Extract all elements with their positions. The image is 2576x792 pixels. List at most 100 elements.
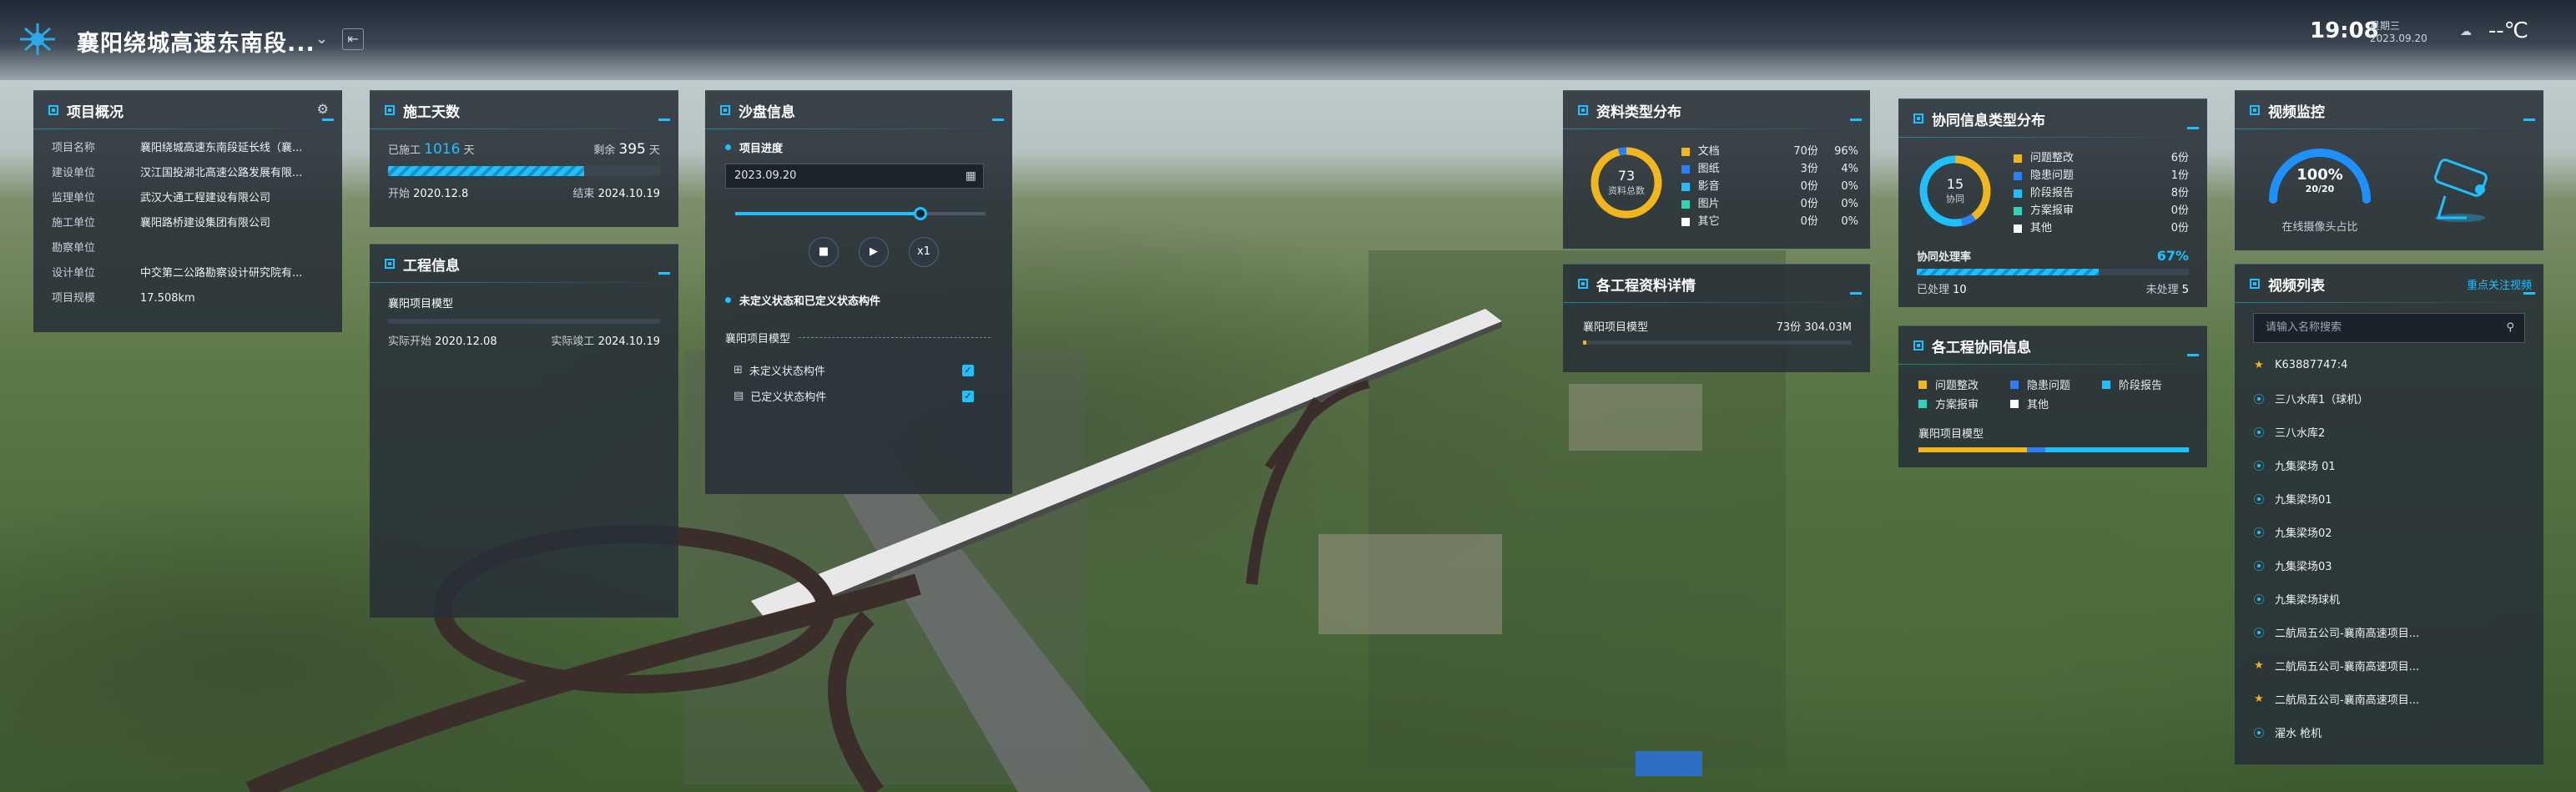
doc-detail-fill bbox=[1583, 341, 1586, 345]
video-list-panel: 视频列表 重点关注视频 请输入名称搜索 ⚲ ★ K63887747:4 ⦿ 三八水库1（… bbox=[2235, 264, 2543, 764]
legend-name: 方案报审 bbox=[2030, 204, 2074, 217]
progress-section-title: 项目进度 bbox=[725, 139, 994, 155]
video-list-item[interactable]: ★ 二航局五公司-襄南高速项目... bbox=[2235, 648, 2543, 682]
back-button[interactable]: ⇤ bbox=[342, 28, 364, 50]
legend-name: 图片 bbox=[1697, 198, 1720, 210]
video-name: 九集梁场03 bbox=[2275, 560, 2332, 573]
panel-header: 各工程协同信息 bbox=[1898, 326, 2207, 365]
legend-swatch bbox=[2014, 224, 2022, 233]
doc-total-label: 资料总数 bbox=[1608, 185, 1645, 196]
processed-value: 10 bbox=[1953, 284, 1967, 296]
elapsed-unit: 天 bbox=[463, 144, 475, 157]
tree-item-defined[interactable]: ▤ 已定义状态构件 ✓ bbox=[725, 388, 994, 404]
row-label: 项目规模 bbox=[52, 292, 96, 305]
play-button[interactable]: ▶ bbox=[859, 237, 889, 267]
tree-item-label: 未定义状态构件 bbox=[749, 366, 825, 378]
legend-count: 0份 bbox=[2170, 222, 2189, 235]
legend-swatch bbox=[2010, 380, 2019, 389]
row-value: 中交第二公路勘察设计研究院有... bbox=[140, 267, 303, 280]
video-list-item[interactable]: ★ 二航局五公司-襄南高速项目... bbox=[2235, 682, 2543, 715]
date: 2023.09.20 bbox=[2370, 33, 2427, 44]
panel-header: 工程信息 bbox=[370, 245, 678, 283]
legend-name: 影音 bbox=[1697, 180, 1720, 193]
panel-header: 视频监控 bbox=[2235, 91, 2543, 129]
panel-title-icon bbox=[1578, 105, 1588, 115]
model-tree-root[interactable]: 襄阳项目模型 bbox=[725, 330, 994, 346]
video-name: 九集梁场01 bbox=[2275, 493, 2332, 507]
project-title[interactable]: 襄阳绕城高速东南段... bbox=[77, 25, 315, 58]
stop-button[interactable]: ■ bbox=[809, 237, 839, 267]
video-list-item[interactable]: ⦿ 濯水 枪机 bbox=[2235, 715, 2543, 749]
model-name[interactable]: 襄阳项目模型 bbox=[1898, 411, 2207, 441]
legend-pct: 0% bbox=[1841, 198, 1858, 210]
panel-header: 项目概况 ⚙ bbox=[33, 91, 342, 129]
legend-name: 其它 bbox=[1697, 215, 1720, 228]
date-picker[interactable]: 2023.09.20 ▦ bbox=[725, 164, 984, 189]
speed-button[interactable]: x1 bbox=[909, 237, 939, 267]
video-list-item[interactable]: ⦿ 九集梁场02 bbox=[2235, 515, 2543, 548]
video-list-item[interactable]: ⦿ 九集梁场 01 bbox=[2235, 448, 2543, 482]
search-icon[interactable]: ⚲ bbox=[2506, 314, 2514, 342]
remaining-value: 395 bbox=[618, 141, 646, 158]
construction-days-panel: 施工天数 已施工 1016 天 剩余 395 天 开始 2020.12.8 结束… bbox=[370, 90, 678, 227]
legend-item: 隐患问题 1份 bbox=[2014, 167, 2189, 184]
logo-icon bbox=[20, 23, 55, 55]
row-label: 监理单位 bbox=[52, 192, 96, 204]
video-list: ★ K63887747:4 ⦿ 三八水库1（球机） ⦿ 三八水库2 ⦿ 九集梁场 01 … bbox=[2235, 348, 2543, 749]
model-name: 襄阳项目模型 bbox=[725, 333, 791, 346]
chevron-down-icon[interactable]: ⌄ bbox=[315, 30, 328, 48]
video-list-item[interactable]: ⦿ 九集梁场球机 bbox=[2235, 582, 2543, 615]
elapsed-label: 已施工 bbox=[388, 144, 421, 157]
temperature: --℃ bbox=[2488, 18, 2528, 43]
legend-name: 问题整改 bbox=[2030, 152, 2074, 164]
tree-item-undefined[interactable]: ⊞ 未定义状态构件 ✓ bbox=[725, 362, 994, 378]
overview-row: 设计单位 中交第二公路勘察设计研究院有... bbox=[33, 261, 342, 286]
video-name: 九集梁场 01 bbox=[2275, 460, 2336, 473]
settings-icon[interactable]: ⚙ bbox=[317, 101, 329, 117]
engineering-info-panel: 工程信息 襄阳项目模型 实际开始 2020.12.08 实际竣工 2024.10… bbox=[370, 244, 678, 618]
pin-icon: ⦿ bbox=[2253, 460, 2265, 473]
row-label: 施工单位 bbox=[52, 217, 96, 230]
panel-header: 协同信息类型分布 bbox=[1898, 99, 2207, 138]
legend-count: 0份 bbox=[1800, 180, 1818, 193]
pin-icon: ⦿ bbox=[2253, 593, 2265, 607]
video-search-input[interactable]: 请输入名称搜索 ⚲ bbox=[2253, 313, 2525, 343]
panel-title: 各工程协同信息 bbox=[1932, 339, 2031, 356]
overview-list: 项目名称 襄阳绕城高速东南段延长线（襄... 建设单位 汉江国投湖北高速公路发展有限… bbox=[33, 129, 342, 311]
video-name: 九集梁场球机 bbox=[2275, 593, 2341, 607]
video-list-item[interactable]: ⦿ 三八水库2 bbox=[2235, 415, 2543, 448]
pin-icon: ⦿ bbox=[2253, 560, 2265, 573]
top-bar: 襄阳绕城高速东南段... ⌄ ⇤ 19:08 星期三 2023.09.20 ☁ … bbox=[0, 0, 2576, 80]
panel-title: 协同信息类型分布 bbox=[1932, 112, 2045, 129]
collab-info-stacked-bar bbox=[1918, 447, 2189, 452]
star-icon: ★ bbox=[2254, 692, 2264, 705]
calendar-icon[interactable]: ▦ bbox=[965, 164, 976, 188]
row-value: 襄阳绕城高速东南段延长线（襄... bbox=[140, 142, 303, 154]
end-label: 结束 bbox=[572, 188, 595, 200]
checkbox-checked[interactable]: ✓ bbox=[962, 390, 974, 402]
checkbox-checked[interactable]: ✓ bbox=[962, 364, 974, 376]
overview-row: 项目规模 17.508km bbox=[33, 286, 342, 311]
overview-row: 勘察单位 bbox=[33, 236, 342, 261]
bullet-icon bbox=[725, 297, 731, 303]
video-list-item[interactable]: ⦿ 三八水库1（球机） bbox=[2235, 381, 2543, 415]
video-list-item[interactable]: ⦿ 九集梁场01 bbox=[2235, 482, 2543, 515]
legend-item: 图纸 3份 4% bbox=[1681, 160, 1858, 178]
panel-header: 视频列表 重点关注视频 bbox=[2235, 265, 2543, 303]
video-list-item[interactable]: ★ K63887747:4 bbox=[2235, 348, 2543, 381]
doc-detail-value: 73份 304.03M bbox=[1776, 321, 1852, 334]
legend-item: 阶段报告 bbox=[2102, 376, 2185, 392]
bar-segment bbox=[1918, 447, 2027, 452]
construction-progress-bar bbox=[388, 166, 660, 176]
actual-end: 实际竣工 2024.10.19 bbox=[551, 332, 660, 348]
focus-videos-link[interactable]: 重点关注视频 bbox=[2467, 276, 2532, 292]
legend-name: 隐患问题 bbox=[2030, 169, 2074, 182]
actual-start-label: 实际开始 bbox=[388, 335, 432, 348]
doc-detail-row[interactable]: 襄阳项目模型 73份 304.03M bbox=[1563, 303, 1870, 334]
video-list-item[interactable]: ⦿ 九集梁场03 bbox=[2235, 548, 2543, 582]
panel-title: 视频监控 bbox=[2268, 103, 2325, 121]
legend-name: 方案报审 bbox=[1935, 399, 1979, 411]
video-list-item[interactable]: ⦿ 二航局五公司-襄南高速项目... bbox=[2235, 615, 2543, 648]
model-name[interactable]: 襄阳项目模型 bbox=[388, 295, 660, 310]
remaining-unit: 天 bbox=[648, 144, 660, 157]
